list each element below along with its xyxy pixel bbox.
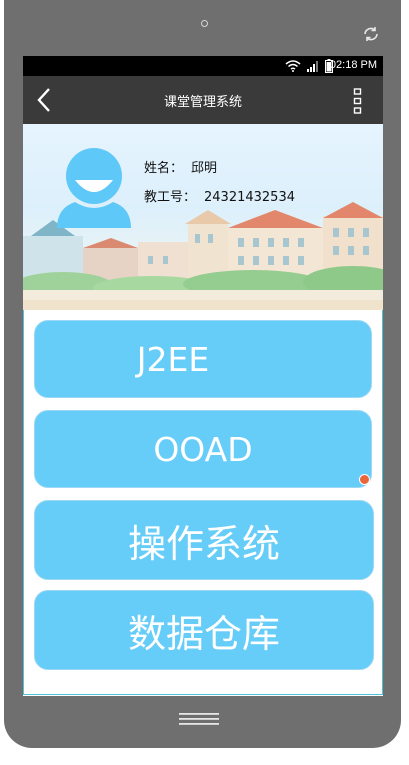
teacher-name-row: 姓名： 邱明 xyxy=(144,157,217,176)
course-button-j2ee[interactable]: J2EE xyxy=(34,320,372,398)
course-label: 数据仓库 xyxy=(127,611,280,656)
user-avatar-icon xyxy=(57,148,131,228)
name-value: 邱明 xyxy=(191,161,218,176)
course-list: J2EE OOAD 操作系统 数据仓库 xyxy=(23,310,383,695)
signal-icon xyxy=(307,61,318,72)
id-label: 教工号： xyxy=(144,190,197,205)
id-value: 24321432534 xyxy=(204,190,295,205)
phone-screen: 02:18 PM 课堂管理系统 姓名： 邱明 教工号： 24321432534 … xyxy=(23,56,383,696)
course-button-data-warehouse[interactable]: 数据仓库 xyxy=(34,590,374,670)
status-icons xyxy=(285,58,333,74)
rotate-icon[interactable] xyxy=(362,25,380,43)
course-label: OOAD xyxy=(153,429,253,469)
teacher-id-row: 教工号： 24321432534 xyxy=(144,186,295,205)
name-label: 姓名： xyxy=(144,161,184,176)
app-bar: 课堂管理系统 xyxy=(23,76,383,124)
wifi-icon xyxy=(285,60,301,72)
home-menu-icon[interactable] xyxy=(177,712,221,726)
profile-header: 姓名： 邱明 教工号： 24321432534 xyxy=(23,124,383,310)
speaker-icon xyxy=(201,20,208,27)
overflow-menu-icon[interactable] xyxy=(353,88,363,114)
status-time: 02:18 PM xyxy=(329,59,377,71)
notification-dot xyxy=(359,474,370,485)
course-label: J2EE xyxy=(136,339,210,379)
status-bar: 02:18 PM xyxy=(23,56,383,76)
course-label: 操作系统 xyxy=(127,521,280,566)
app-title: 课堂管理系统 xyxy=(163,95,242,110)
course-button-operating-system[interactable]: 操作系统 xyxy=(34,500,374,580)
course-button-ooad[interactable]: OOAD xyxy=(34,410,372,488)
